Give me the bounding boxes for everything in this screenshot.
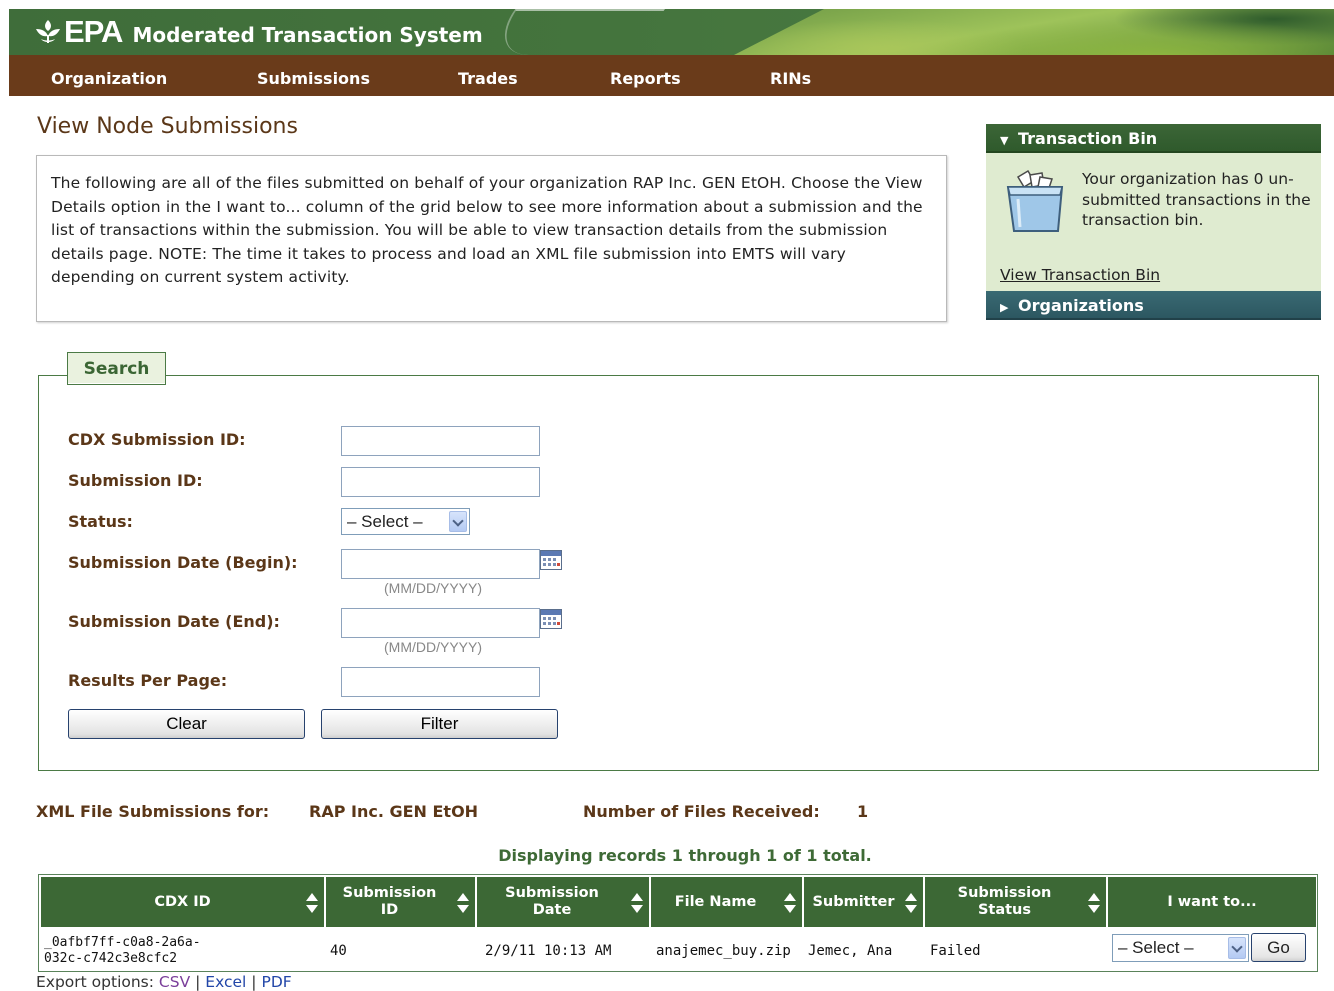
header-banner: EPA Moderated Transaction System <box>9 9 1334 55</box>
display-records-message: Displaying records 1 through 1 of 1 tota… <box>498 846 872 865</box>
export-pdf-link[interactable]: PDF <box>261 973 291 991</box>
column-header-label: Submitter <box>812 893 895 910</box>
header-landscape-image <box>734 9 1334 55</box>
row-action-select-value: – Select – <box>1118 938 1194 957</box>
organizations-header[interactable]: ▶ Organizations <box>986 291 1321 320</box>
cell-submission-id: 40 <box>330 943 347 959</box>
cell-submission-status: Failed <box>930 943 981 959</box>
cell-submission-date: 2/9/11 10:13 AM <box>485 943 612 959</box>
main-nav: Organization Submissions Trades Reports … <box>9 55 1334 96</box>
nav-item-submissions[interactable]: Submissions <box>257 55 370 96</box>
date-end-input[interactable] <box>341 608 540 638</box>
nav-item-reports[interactable]: Reports <box>610 55 681 96</box>
column-header-label: File Name <box>674 893 757 910</box>
expand-triangle-icon: ▶ <box>1000 301 1009 314</box>
nav-item-rins[interactable]: RINs <box>770 55 811 96</box>
cell-submitter: Jemec, Ana <box>808 943 893 959</box>
column-header-submitter[interactable]: Submitter <box>804 877 924 927</box>
sort-icon[interactable] <box>305 892 319 914</box>
column-header-submission-id[interactable]: Submission ID <box>326 877 476 927</box>
filter-button[interactable]: Filter <box>321 709 558 739</box>
export-excel-link[interactable]: Excel <box>205 973 246 991</box>
transaction-bin-icon <box>1006 169 1064 232</box>
go-button[interactable]: Go <box>1251 933 1306 962</box>
epa-flower-icon <box>36 20 60 43</box>
transaction-bin-header[interactable]: ▼ Transaction Bin <box>986 124 1321 153</box>
results-per-page-label: Results Per Page: <box>68 671 228 690</box>
cell-cdx-id: _0afbf7ff-c0a8-2a6a- 032c-c742c3e8cfc2 <box>44 931 324 971</box>
cdx-id-line-2: 032c-c742c3e8cfc2 <box>44 951 178 966</box>
collapse-triangle-icon: ▼ <box>1000 134 1009 147</box>
submission-id-label: Submission ID: <box>68 471 203 490</box>
submission-id-input[interactable] <box>341 467 540 497</box>
organizations-title: Organizations <box>1018 296 1144 315</box>
epa-logo[interactable]: EPA Moderated Transaction System <box>33 16 483 48</box>
chevron-down-icon[interactable] <box>1228 937 1246 959</box>
column-header-label: CDX ID <box>154 893 211 910</box>
intro-text: The following are all of the files submi… <box>36 155 947 322</box>
column-header-label: Submission ID <box>342 885 437 918</box>
status-label: Status: <box>68 512 133 531</box>
view-transaction-bin-link[interactable]: View Transaction Bin <box>1000 266 1160 284</box>
export-separator: | <box>251 973 257 991</box>
export-options-label: Export options: <box>36 973 154 991</box>
sort-icon[interactable] <box>630 892 644 914</box>
column-header-label: Submission Status <box>957 885 1052 918</box>
sort-icon[interactable] <box>904 892 918 914</box>
header-swoosh-decoration <box>482 9 666 55</box>
column-header-label: I want to... <box>1167 893 1257 910</box>
submissions-for-label: XML File Submissions for: <box>36 802 270 821</box>
date-end-label: Submission Date (End): <box>68 612 280 631</box>
sort-icon[interactable] <box>783 892 797 914</box>
cdx-id-line-1: _0afbf7ff-c0a8-2a6a- <box>44 935 201 950</box>
organization-name: RAP Inc. GEN EtOH <box>309 802 479 821</box>
transaction-bin-title: Transaction Bin <box>1018 129 1158 148</box>
column-header-submission-date[interactable]: Submission Date <box>477 877 650 927</box>
transaction-bin-panel: Your organization has 0 un-submitted tra… <box>986 153 1321 291</box>
status-select[interactable]: – Select – <box>341 508 470 535</box>
transaction-bin-message: Your organization has 0 un-submitted tra… <box>1082 170 1311 229</box>
row-action-select[interactable]: – Select – <box>1112 934 1249 962</box>
calendar-icon[interactable] <box>540 550 562 570</box>
search-legend: Search <box>67 352 166 385</box>
clear-button[interactable]: Clear <box>68 709 305 739</box>
status-select-value: – Select – <box>347 512 423 531</box>
date-end-format-hint: (MM/DD/YYYY) <box>384 639 482 655</box>
export-options: Export options: CSV | Excel | PDF <box>36 973 292 991</box>
files-received-label: Number of Files Received: <box>583 802 820 821</box>
cell-file-name: anajemec_buy.zip <box>656 943 791 959</box>
epa-logo-text: EPA <box>64 14 123 49</box>
results-per-page-input[interactable] <box>341 667 540 697</box>
column-header-cdx-id[interactable]: CDX ID <box>41 877 325 927</box>
column-header-label: Submission Date <box>505 885 599 918</box>
sort-icon[interactable] <box>456 892 470 914</box>
system-title: Moderated Transaction System <box>132 23 483 47</box>
nav-item-organization[interactable]: Organization <box>51 55 167 96</box>
files-received-count: 1 <box>857 802 869 821</box>
export-separator: | <box>195 973 201 991</box>
cdx-submission-id-input[interactable] <box>341 426 540 456</box>
date-begin-input[interactable] <box>341 549 540 579</box>
page-title: View Node Submissions <box>37 114 298 139</box>
sort-icon[interactable] <box>1087 892 1101 914</box>
column-header-submission-status[interactable]: Submission Status <box>925 877 1107 927</box>
chevron-down-icon[interactable] <box>449 511 467 532</box>
calendar-icon[interactable] <box>540 609 562 629</box>
date-begin-format-hint: (MM/DD/YYYY) <box>384 580 482 596</box>
column-header-file-name[interactable]: File Name <box>651 877 803 927</box>
date-begin-label: Submission Date (Begin): <box>68 553 298 572</box>
nav-item-trades[interactable]: Trades <box>458 55 518 96</box>
cdx-submission-id-label: CDX Submission ID: <box>68 430 246 449</box>
export-csv-link[interactable]: CSV <box>159 973 190 991</box>
column-header-i-want-to: I want to... <box>1108 877 1316 927</box>
